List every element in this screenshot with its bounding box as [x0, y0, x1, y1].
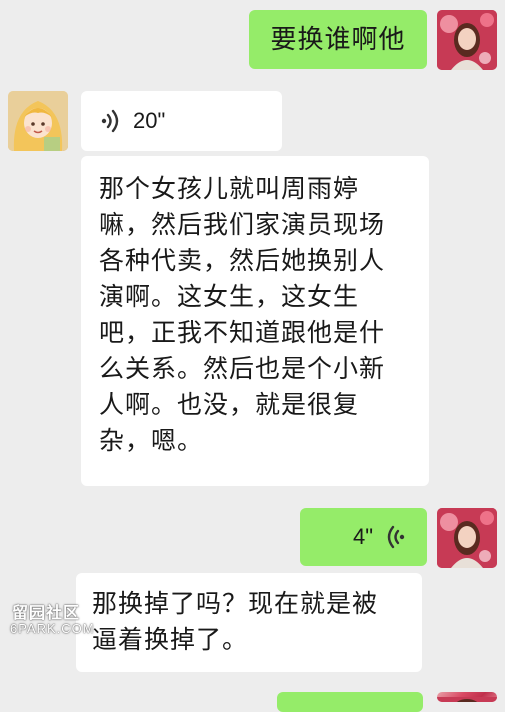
message-line: 那个女孩儿就叫周雨婷 [99, 174, 360, 203]
incoming-message-bubble[interactable]: 那个女孩儿就叫周雨婷 嘛，然后我们家演员现场 各种代卖，然后她换别人 演啊。这女… [81, 156, 429, 486]
voice-duration: 20" [133, 108, 166, 133]
message-line: 嘛，然后我们家演员现场 [99, 210, 386, 239]
avatar[interactable] [437, 508, 497, 568]
incoming-message-bubble[interactable]: 那换掉了吗？现在就是被 逼着换掉了。 [76, 573, 422, 672]
message-line: 吧，正我不知道跟他是什 [99, 318, 386, 347]
voice-duration: 4" [352, 524, 373, 549]
watermark-cn: 留园社区 [12, 605, 81, 622]
voice-message-bubble[interactable]: 20" [81, 91, 282, 151]
user-avatar-icon [437, 508, 497, 568]
message-text: 要换谁啊他 [270, 24, 406, 55]
message-line: 杂，嗯。 [99, 426, 204, 455]
message-line: 逼着换掉了。 [92, 625, 249, 654]
message-line: 人啊。也没，就是很复 [99, 390, 360, 419]
voice-message-bubble[interactable]: 4" [300, 508, 427, 566]
watermark: 留园社区 6PARK.COM [10, 599, 106, 639]
avatar[interactable] [437, 10, 497, 70]
message-line: 么关系。然后也是个小新 [99, 354, 386, 383]
avatar[interactable] [437, 692, 497, 702]
message-line: 那换掉了吗？现在就是被 [92, 589, 379, 618]
outgoing-message-bubble[interactable] [277, 692, 423, 712]
watermark-en: 6PARK.COM [10, 621, 95, 636]
voice-wave-icon [101, 109, 119, 133]
message-line: 演啊。这女生，这女生 [99, 282, 360, 311]
avatar[interactable] [8, 91, 68, 151]
outgoing-message-bubble[interactable]: 要换谁啊他 [249, 10, 427, 69]
user-avatar-icon [437, 697, 497, 702]
message-line: 各种代卖，然后她换别人 [99, 246, 386, 275]
user-avatar-icon [437, 10, 497, 70]
user-avatar-icon [8, 91, 68, 151]
voice-wave-icon [387, 525, 405, 549]
